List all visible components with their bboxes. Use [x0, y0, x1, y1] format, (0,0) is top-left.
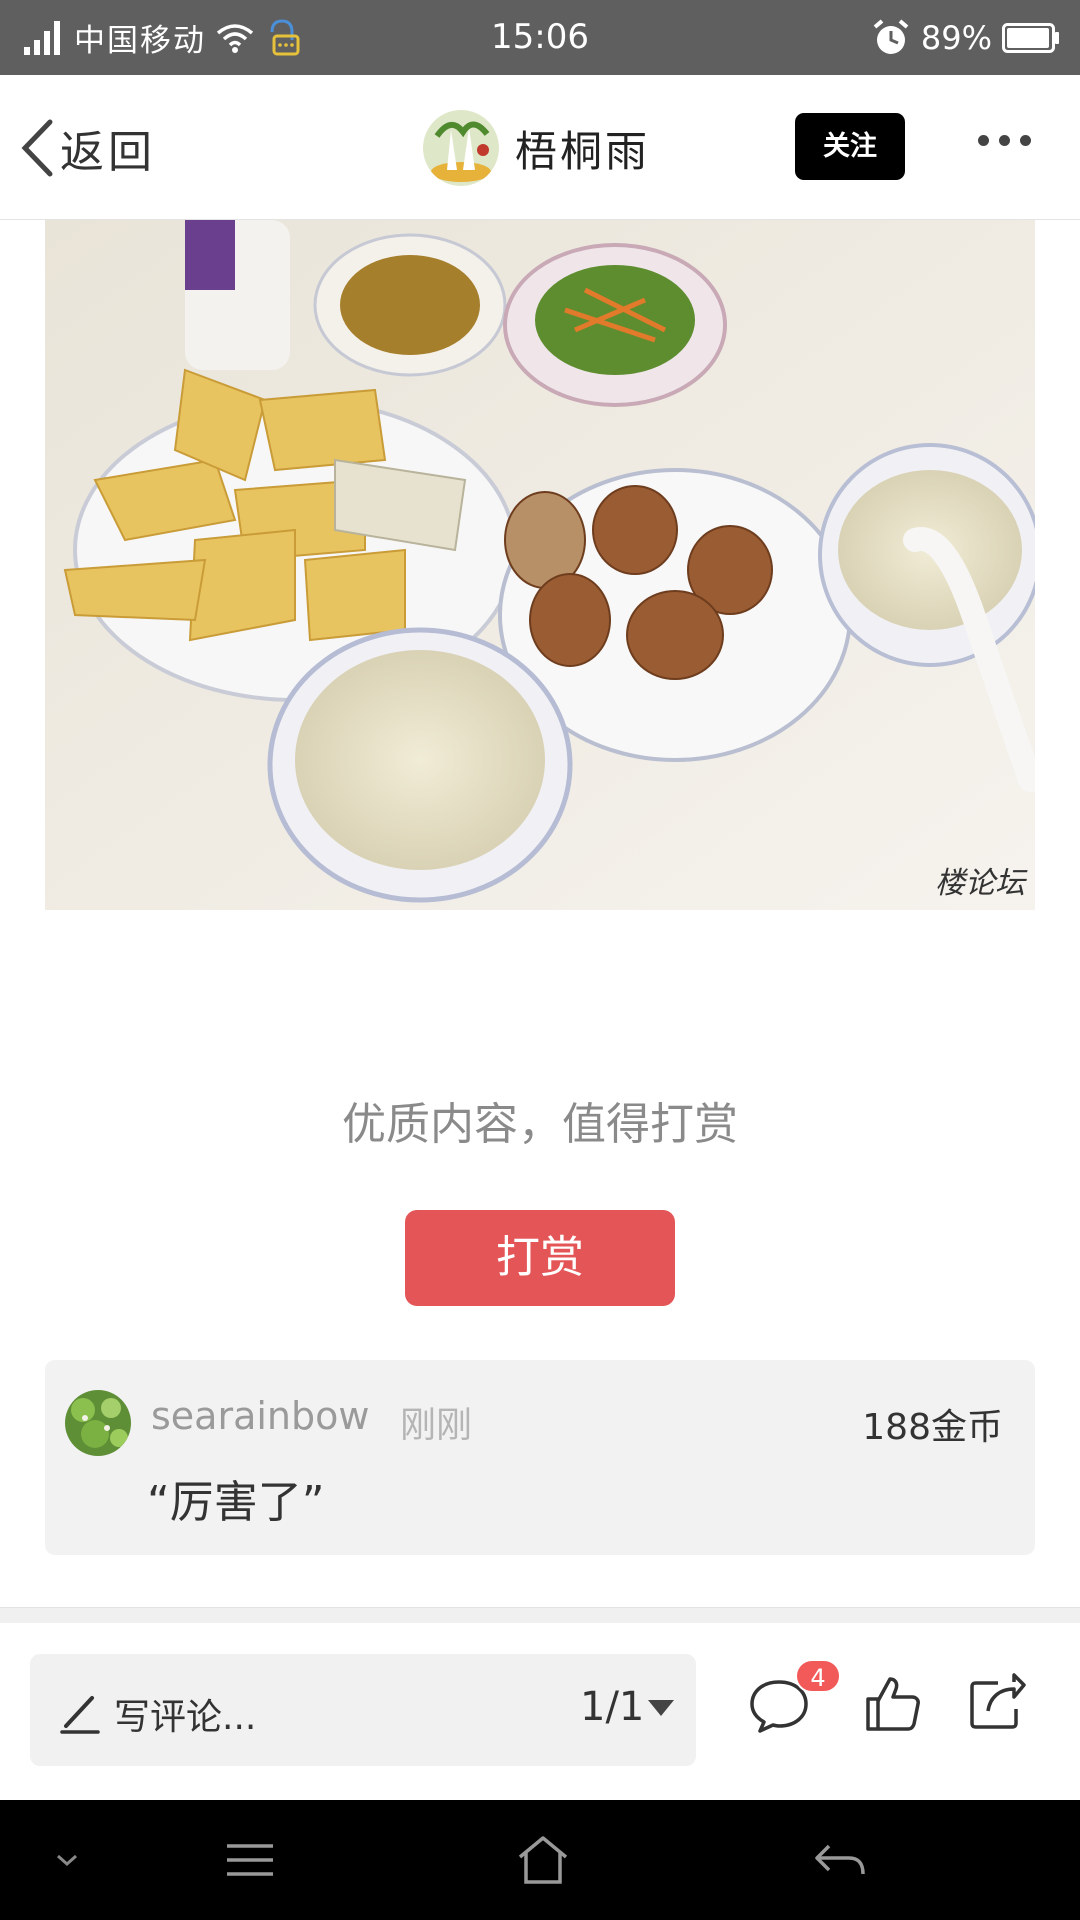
- bottom-action-bar: 写评论... 1/1 4: [0, 1623, 1080, 1800]
- chevron-down-icon: [57, 1854, 77, 1867]
- reward-record: searainbow 刚刚 188金币 “厉害了”: [45, 1360, 1035, 1555]
- author-info[interactable]: 梧桐雨: [423, 108, 650, 188]
- caret-down-icon[interactable]: [648, 1700, 674, 1716]
- nav-back-button[interactable]: [790, 1800, 890, 1920]
- top-navigation: 返回 梧桐雨 关注: [0, 75, 1080, 220]
- more-dot-icon: [999, 135, 1010, 146]
- status-right: 89%: [871, 0, 1060, 75]
- back-label: 返回: [60, 127, 156, 178]
- author-avatar[interactable]: [423, 110, 499, 186]
- home-icon: [518, 1836, 568, 1884]
- reward-button[interactable]: 打赏: [405, 1210, 675, 1306]
- reward-user-avatar[interactable]: [65, 1390, 131, 1456]
- section-divider: [0, 1607, 1080, 1623]
- pen-icon: [60, 1696, 100, 1734]
- share-icon[interactable]: [968, 1673, 1028, 1731]
- battery-percent: 89%: [920, 18, 992, 57]
- comment-count-badge: 4: [795, 1659, 841, 1693]
- write-comment-input[interactable]: 写评论... 1/1: [30, 1654, 696, 1766]
- system-navigation-bar: [0, 1800, 1080, 1920]
- chevron-left-icon: [21, 119, 53, 177]
- reward-prompt: 优质内容，值得打赏: [342, 1099, 738, 1150]
- page-indicator[interactable]: 1/1: [580, 1684, 644, 1730]
- alarm-icon: [873, 18, 909, 54]
- nav-home-button[interactable]: [493, 1800, 593, 1920]
- reward-comment: “厉害了”: [147, 1477, 325, 1528]
- battery-icon: [1002, 22, 1059, 53]
- back-button[interactable]: 返回: [20, 115, 156, 181]
- comment-placeholder: 写评论...: [114, 1697, 257, 1738]
- nav-collapse-button[interactable]: [17, 1800, 117, 1920]
- reward-username[interactable]: searainbow: [151, 1394, 369, 1438]
- reward-amount: 188金币: [862, 1407, 1003, 1448]
- post-photo[interactable]: 楼论坛: [45, 220, 1035, 910]
- menu-icon: [227, 1844, 273, 1876]
- follow-button[interactable]: 关注: [795, 113, 905, 180]
- more-dot-icon: [978, 135, 989, 146]
- breakfast-photo: [45, 220, 1035, 910]
- back-arrow-icon: [815, 1844, 865, 1875]
- thumbs-up-icon[interactable]: [862, 1673, 922, 1733]
- more-dot-icon: [1020, 135, 1031, 146]
- photo-watermark: 楼论坛: [935, 866, 1025, 901]
- nav-menu-button[interactable]: [200, 1800, 300, 1920]
- author-name: 梧桐雨: [515, 126, 651, 176]
- reward-time: 刚刚: [400, 1405, 473, 1446]
- status-bar: 中国移动 15:06 89%: [0, 0, 1080, 75]
- more-options-button[interactable]: [978, 135, 1031, 146]
